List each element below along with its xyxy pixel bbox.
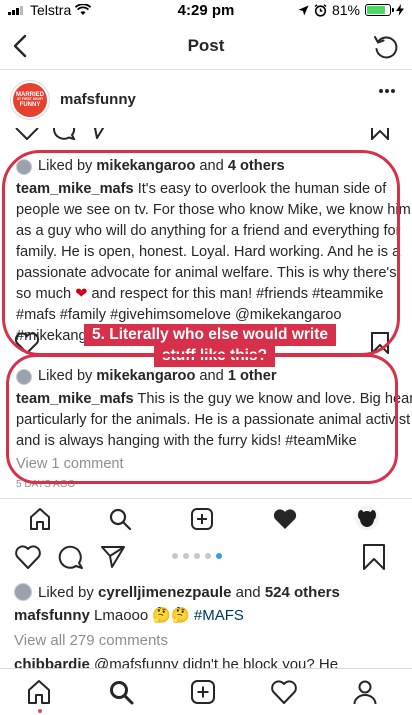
charging-bolt-icon	[396, 4, 404, 16]
post-header: MARRIED AT FIRST SIGHT FUNNY mafsfunny	[0, 72, 412, 128]
status-right: 81%	[298, 2, 404, 18]
likes-text: Liked by cyrelljimenezpaule and 524 othe…	[38, 583, 340, 601]
heart-outline-icon	[15, 545, 41, 569]
profile-icon	[353, 680, 377, 705]
location-arrow-icon	[298, 5, 309, 15]
post-image[interactable]: Liked by mikekangaroo and 4 others team_…	[0, 128, 412, 498]
home-icon	[30, 508, 50, 530]
refresh-icon	[374, 36, 398, 59]
battery-fill	[367, 6, 385, 14]
add-post-icon	[191, 680, 215, 704]
highlight-circle-2	[6, 354, 398, 484]
hashtag-link[interactable]: #MAFS	[190, 607, 244, 624]
annotation-callout: 5. Literally who else would write	[84, 324, 337, 346]
post-actions	[0, 538, 412, 580]
account-avatar[interactable]: MARRIED AT FIRST SIGHT FUNNY	[10, 80, 50, 120]
post-caption: mafsfunny Lmaooo 🤔🤔 #MAFS	[14, 607, 244, 624]
embedded-tab-bar	[0, 498, 412, 538]
notification-dot	[38, 709, 42, 713]
more-options-button[interactable]	[378, 88, 396, 94]
tab-home[interactable]	[26, 679, 52, 705]
like-button[interactable]	[14, 544, 42, 570]
search-icon	[110, 681, 134, 705]
add-post-icon	[191, 508, 213, 530]
carousel-dot	[205, 553, 211, 559]
thinking-emoji: 🤔🤔	[152, 607, 190, 624]
tab-profile[interactable]	[352, 679, 378, 705]
post-username[interactable]: mafsfunny	[60, 91, 136, 108]
tab-search[interactable]	[108, 679, 134, 705]
mafs-logo: MARRIED AT FIRST SIGHT FUNNY	[13, 83, 47, 117]
caption-username[interactable]: mafsfunny	[14, 607, 90, 624]
tab-activity[interactable]	[270, 679, 298, 705]
refresh-button[interactable]	[372, 33, 400, 61]
bottom-tab-bar	[0, 668, 412, 715]
page-title: Post	[187, 36, 225, 55]
liker-avatar	[14, 583, 32, 601]
comment-icon	[53, 128, 76, 140]
search-icon	[109, 508, 132, 531]
home-icon	[28, 680, 50, 704]
battery-percent: 81%	[331, 2, 360, 18]
carousel-indicator	[172, 553, 222, 559]
share-icon	[93, 128, 105, 139]
comment-button[interactable]	[58, 544, 84, 570]
more-dots-icon	[379, 89, 395, 93]
bookmark-icon	[371, 128, 389, 140]
share-icon	[101, 546, 125, 568]
carousel-dot	[216, 553, 222, 559]
comment-icon	[58, 545, 83, 569]
comment-preview: chibbardie @mafsfunny didn't he block yo…	[14, 656, 339, 668]
carousel-dot	[172, 553, 178, 559]
carousel-dot	[183, 553, 189, 559]
heart-outline-icon	[15, 128, 39, 140]
nav-header: Post	[0, 24, 412, 70]
heart-filled-icon	[273, 509, 297, 529]
heart-outline-icon	[271, 680, 297, 704]
battery-icon	[365, 4, 394, 16]
bookmark-icon	[363, 544, 385, 570]
save-button[interactable]	[362, 543, 386, 571]
carousel-dot	[194, 553, 200, 559]
status-bar: Telstra 4:29 pm 81%	[0, 0, 412, 20]
likes-summary[interactable]: Liked by cyrelljimenezpaule and 524 othe…	[14, 580, 340, 604]
share-button[interactable]	[100, 544, 126, 570]
tab-new-post[interactable]	[190, 679, 216, 705]
profile-dog-avatar-icon	[355, 506, 379, 530]
alarm-icon	[314, 3, 327, 17]
view-all-comments-link[interactable]: View all 279 comments	[14, 632, 168, 649]
